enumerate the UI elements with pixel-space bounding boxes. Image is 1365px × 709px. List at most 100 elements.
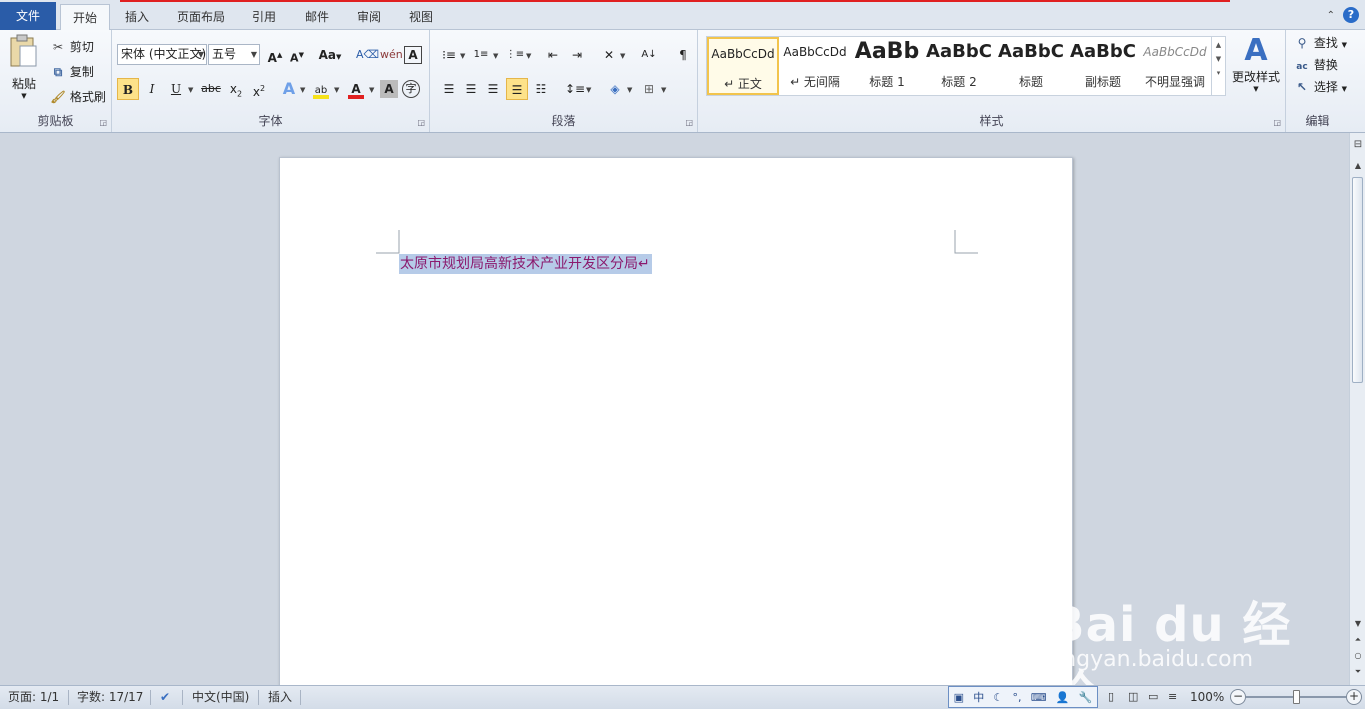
shading-icon[interactable]: ◈ <box>604 78 626 100</box>
tab-mailings[interactable]: 邮件 <box>298 4 336 30</box>
paste-dropdown-icon[interactable]: ▼ <box>8 92 40 100</box>
align-center-icon[interactable]: ☰ <box>460 78 482 100</box>
distributed-icon[interactable]: ☷ <box>530 78 552 100</box>
language[interactable]: 中文(中国) <box>192 686 249 708</box>
print-layout-icon[interactable]: ▯ <box>1108 686 1114 708</box>
insert-mode[interactable]: 插入 <box>268 686 292 708</box>
format-painter-button[interactable]: 🖌 格式刷 <box>50 86 105 108</box>
ime-mode[interactable]: 中 <box>973 689 984 705</box>
zoom-out-button[interactable]: − <box>1230 689 1246 705</box>
scroll-thumb[interactable] <box>1352 177 1363 383</box>
zoom-slider-thumb[interactable] <box>1293 690 1300 704</box>
increase-indent-icon[interactable]: ⇥ <box>566 44 588 66</box>
style-title[interactable]: AaBbC 标题 <box>995 37 1067 95</box>
next-page-icon[interactable]: ⏷ <box>1350 667 1365 677</box>
document-page[interactable]: 太原市规划局高新技术产业开发区分局↵ <box>279 157 1073 697</box>
more-styles-icon[interactable]: ▾ <box>1212 69 1225 77</box>
multilevel-dropdown-icon[interactable]: ▼ <box>526 52 531 60</box>
scroll-up-icon[interactable]: ▲ <box>1212 41 1225 49</box>
italic-button[interactable]: I <box>141 78 163 100</box>
tab-references[interactable]: 引用 <box>245 4 283 30</box>
scroll-up-icon[interactable]: ▲ <box>1350 161 1365 170</box>
underline-button[interactable]: U <box>165 78 187 100</box>
find-button[interactable]: ⚲ 查找 ▼ <box>1294 32 1347 54</box>
underline-dropdown-icon[interactable]: ▼ <box>188 86 193 94</box>
subscript-button[interactable]: x2 <box>225 78 247 100</box>
enclose-characters-icon[interactable]: 字 <box>402 80 420 98</box>
shading-dropdown-icon[interactable]: ▼ <box>627 86 632 94</box>
bullets-icon[interactable]: ⁝≡ <box>438 44 460 66</box>
tab-insert[interactable]: 插入 <box>118 4 156 30</box>
help-icon[interactable]: ? <box>1343 7 1359 23</box>
styles-launcher-icon[interactable]: ◲ <box>1273 118 1281 127</box>
bullets-dropdown-icon[interactable]: ▼ <box>460 52 465 60</box>
zoom-in-button[interactable]: + <box>1346 689 1362 705</box>
multilevel-list-icon[interactable]: ⋮≡ <box>504 44 526 66</box>
ime-toolbar[interactable]: ▣ 中 ☾ °, ⌨ 👤 🔧 <box>948 686 1098 708</box>
clear-formatting-icon[interactable]: A⌫ <box>356 44 379 66</box>
tab-home[interactable]: 开始 <box>60 4 110 31</box>
font-size-combo[interactable]: 五号 ▼ <box>208 44 260 65</box>
zoom-level[interactable]: 100% <box>1190 686 1224 708</box>
ruler-toggle-icon[interactable]: ⊟ <box>1350 139 1365 150</box>
shrink-font-button[interactable]: A▼ <box>286 44 308 66</box>
word-count[interactable]: 字数: 17/17 <box>77 686 143 708</box>
chinese-layout-dropdown-icon[interactable]: ▼ <box>620 52 625 60</box>
browse-object-icon[interactable]: ○ <box>1350 651 1365 660</box>
numbering-icon[interactable]: 1≡ <box>470 44 492 66</box>
change-styles-button[interactable]: A 更改样式 ▼ <box>1228 34 1284 114</box>
scroll-down-icon[interactable]: ▼ <box>1212 55 1225 63</box>
line-spacing-icon[interactable]: ↕≡ <box>564 78 586 100</box>
style-heading-2[interactable]: AaBbC 标题 2 <box>923 37 995 95</box>
borders-dropdown-icon[interactable]: ▼ <box>661 86 666 94</box>
grow-font-button[interactable]: A▲ <box>264 44 286 66</box>
ime-logo-icon[interactable]: ▣ <box>954 691 964 704</box>
paste-button[interactable]: 粘贴 ▼ <box>8 34 40 114</box>
style-heading-1[interactable]: AaBb 标题 1 <box>851 37 923 95</box>
keyboard-icon[interactable]: ⌨ <box>1031 691 1047 704</box>
punctuation-icon[interactable]: °, <box>1012 691 1021 704</box>
numbering-dropdown-icon[interactable]: ▼ <box>493 52 498 60</box>
change-case-button[interactable]: Aa▼ <box>316 44 344 66</box>
superscript-button[interactable]: x2 <box>248 78 270 100</box>
style-normal[interactable]: AaBbCcDd ↵ 正文 <box>707 37 779 95</box>
copy-button[interactable]: ⧉ 复制 <box>50 61 94 83</box>
style-subtle-emphasis[interactable]: AaBbCcDd 不明显强调 <box>1139 37 1211 95</box>
selected-text[interactable]: 太原市规划局高新技术产业开发区分局↵ <box>399 254 652 274</box>
select-button[interactable]: ↖ 选择 ▼ <box>1294 76 1347 98</box>
draft-icon[interactable]: ≡ <box>1168 686 1177 708</box>
style-subtitle[interactable]: AaBbC 副标题 <box>1067 37 1139 95</box>
user-icon[interactable]: 👤 <box>1056 691 1070 704</box>
clipboard-launcher-icon[interactable]: ◲ <box>99 118 107 127</box>
minimize-ribbon-icon[interactable]: ⌃ <box>1327 10 1335 21</box>
highlight-button[interactable]: ab <box>310 78 332 100</box>
text-effects-dropdown-icon[interactable]: ▼ <box>300 86 305 94</box>
highlight-dropdown-icon[interactable]: ▼ <box>334 86 339 94</box>
align-left-icon[interactable]: ☰ <box>438 78 460 100</box>
decrease-indent-icon[interactable]: ⇤ <box>542 44 564 66</box>
moon-icon[interactable]: ☾ <box>993 691 1003 704</box>
cut-button[interactable]: ✂ 剪切 <box>50 36 94 58</box>
tab-view[interactable]: 视图 <box>402 4 440 30</box>
show-marks-icon[interactable]: ¶ <box>672 44 694 66</box>
font-launcher-icon[interactable]: ◲ <box>417 118 425 127</box>
tab-page-layout[interactable]: 页面布局 <box>170 4 232 30</box>
borders-icon[interactable]: ⊞ <box>638 78 660 100</box>
wrench-icon[interactable]: 🔧 <box>1079 691 1093 704</box>
strikethrough-button[interactable]: abc <box>198 78 224 100</box>
replace-button[interactable]: ac 替换 <box>1294 54 1338 76</box>
scroll-down-icon[interactable]: ▼ <box>1350 619 1365 628</box>
previous-page-icon[interactable]: ⏶ <box>1350 635 1365 645</box>
tab-review[interactable]: 审阅 <box>350 4 388 30</box>
vertical-scrollbar[interactable]: ⊟ ▲ ▼ ⏶ ○ ⏷ <box>1349 133 1365 685</box>
text-effects-icon[interactable]: A <box>278 78 300 100</box>
gallery-scroll[interactable]: ▲ ▼ ▾ <box>1211 37 1225 95</box>
align-right-icon[interactable]: ☰ <box>482 78 504 100</box>
sort-icon[interactable]: A↓ <box>638 44 660 66</box>
font-color-button[interactable]: A <box>345 78 367 100</box>
web-layout-icon[interactable]: ▭ <box>1148 686 1158 708</box>
phonetic-guide-icon[interactable]: wén <box>380 44 403 66</box>
bold-button[interactable]: B <box>117 78 139 100</box>
tab-file[interactable]: 文件 <box>0 2 56 30</box>
paragraph-launcher-icon[interactable]: ◲ <box>685 118 693 127</box>
